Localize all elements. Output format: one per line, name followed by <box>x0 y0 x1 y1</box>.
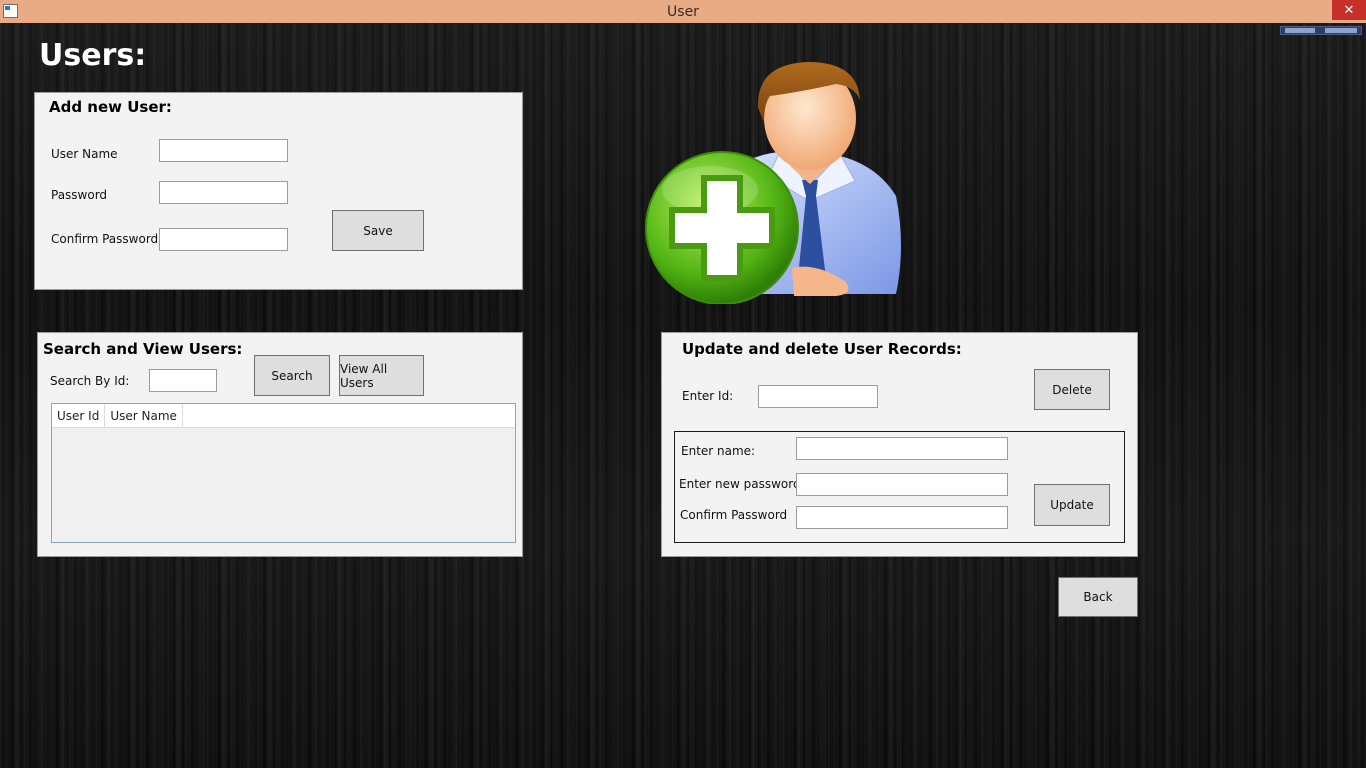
page-title: Users: <box>39 38 147 73</box>
corner-thumbnail-strip <box>1280 26 1362 35</box>
update-button[interactable]: Update <box>1034 484 1110 526</box>
search-users-panel: Search and View Users: Search By Id: Sea… <box>37 332 523 557</box>
add-user-title: Add new User: <box>49 98 172 116</box>
users-table[interactable]: User Id User Name <box>51 403 516 543</box>
add-user-icon <box>645 62 901 304</box>
search-by-id-label: Search By Id: <box>50 374 130 388</box>
update-id-input[interactable] <box>758 385 878 408</box>
add-user-panel: Add new User: User Name Password Confirm… <box>34 92 523 290</box>
close-button[interactable]: ✕ <box>1332 0 1366 20</box>
update-name-input[interactable] <box>796 437 1008 460</box>
search-users-title: Search and View Users: <box>43 340 243 358</box>
update-delete-panel: Update and delete User Records: Enter Id… <box>661 332 1138 557</box>
username-input[interactable] <box>159 139 288 162</box>
app-window-icon[interactable] <box>3 4 18 18</box>
delete-button[interactable]: Delete <box>1034 369 1110 410</box>
new-password-input[interactable] <box>796 473 1008 496</box>
update-confirm-password-input[interactable] <box>796 506 1008 529</box>
users-table-header: User Id User Name <box>52 404 515 428</box>
enter-id-label: Enter Id: <box>682 389 734 403</box>
window-title: User <box>667 3 699 20</box>
password-input[interactable] <box>159 181 288 204</box>
search-button[interactable]: Search <box>254 355 330 396</box>
username-label: User Name <box>51 147 118 161</box>
view-all-users-button[interactable]: View All Users <box>339 355 424 396</box>
back-button[interactable]: Back <box>1058 577 1138 617</box>
close-icon: ✕ <box>1343 2 1355 18</box>
update-fields-group: Enter name: Enter new password: Confirm … <box>674 431 1125 543</box>
update-confirm-password-label: Confirm Password <box>680 508 788 522</box>
confirm-password-label: Confirm Password <box>51 232 159 246</box>
enter-name-label: Enter name: <box>681 444 756 458</box>
update-delete-title: Update and delete User Records: <box>682 340 962 358</box>
column-header-user-name[interactable]: User Name <box>105 404 183 427</box>
title-bar: User ✕ <box>0 0 1366 23</box>
save-button[interactable]: Save <box>332 210 424 251</box>
password-label: Password <box>51 188 108 202</box>
new-password-label: Enter new password: <box>679 477 805 491</box>
confirm-password-input[interactable] <box>159 228 288 251</box>
column-header-user-id[interactable]: User Id <box>52 404 106 427</box>
search-id-input[interactable] <box>149 369 217 392</box>
